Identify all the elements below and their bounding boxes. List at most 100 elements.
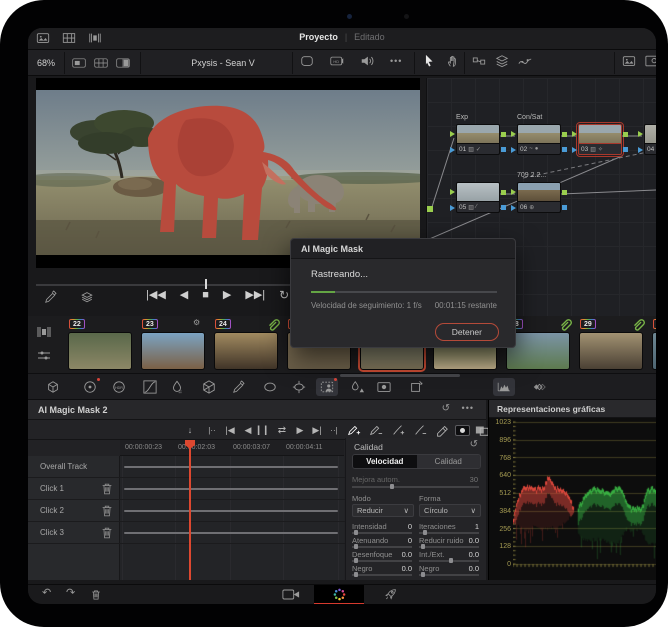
play-fwd-button[interactable]: ▶ (292, 423, 308, 437)
node-04[interactable]: 04▥○ (644, 124, 656, 155)
rgb-input-port[interactable] (511, 189, 516, 195)
blur-palette-button[interactable] (346, 378, 368, 396)
rgb-input-port[interactable] (450, 189, 455, 195)
qualifier-palette-button[interactable] (166, 378, 188, 396)
slider-knob[interactable] (421, 544, 425, 549)
clip-title-dropdown[interactable]: Pxysis - Sean V (148, 50, 298, 75)
key-input-port[interactable] (572, 147, 577, 153)
forma-dropdown[interactable]: Círculo∨ (419, 504, 481, 517)
tracker-ruler[interactable]: 00:00:00:2300:00:02:0300:00:03:0700:00:0… (120, 440, 344, 456)
more-options-icon[interactable]: ••• (390, 54, 402, 68)
settings-reset-icon[interactable]: ↺ (470, 440, 478, 450)
color-warper-palette-button[interactable] (198, 378, 220, 396)
undo-icon[interactable]: ↶ (42, 588, 51, 599)
modo-dropdown[interactable]: Reducir∨ (352, 504, 414, 517)
speaker-icon[interactable] (360, 54, 374, 68)
node-03[interactable]: 03▥✧ (578, 124, 622, 155)
node-06[interactable]: 06⊕ (517, 182, 561, 213)
bypass-grades-icon[interactable] (300, 54, 314, 68)
go-last-button[interactable]: ▶| (309, 423, 325, 437)
loop-icon[interactable]: ↻ (279, 289, 289, 301)
node-05[interactable]: 05▥∕ (456, 182, 500, 213)
trash-icon[interactable] (90, 589, 102, 601)
slider-knob[interactable] (421, 572, 425, 577)
slider-knob[interactable] (354, 572, 358, 577)
key-input-port[interactable] (450, 205, 455, 211)
cut-page-icon[interactable] (282, 588, 300, 601)
rgb-output-port[interactable] (501, 132, 506, 137)
rgb-input-port[interactable] (638, 131, 643, 137)
node-01[interactable]: 01▥✓ (456, 124, 500, 155)
rgb-output-port[interactable] (501, 190, 506, 195)
save-track-button[interactable]: ↓ (182, 423, 198, 437)
node-02[interactable]: 02~● (517, 124, 561, 155)
desenfoque-slider[interactable] (352, 560, 412, 562)
slider-knob[interactable] (354, 530, 358, 535)
color-page-tab[interactable] (314, 585, 364, 604)
clip-thumbnail-29[interactable] (579, 332, 643, 370)
tab-proyecto[interactable]: Proyecto (299, 32, 338, 42)
window-palette-button[interactable] (259, 378, 281, 396)
first-frame-icon[interactable]: |◀◀ (146, 289, 166, 301)
key-output-port[interactable] (562, 205, 567, 210)
camera-hd-icon[interactable]: HD (330, 54, 344, 68)
tracker-palette-button[interactable] (288, 378, 310, 396)
auto-improve-knob[interactable] (390, 484, 394, 489)
lightbox-icon[interactable] (645, 54, 656, 68)
playhead-line[interactable] (189, 440, 191, 580)
clip-thumbnail-22[interactable] (68, 332, 132, 370)
rgb-input-port[interactable] (511, 131, 516, 137)
play-forward-icon[interactable]: ▶ (223, 289, 231, 301)
clips-view-icon[interactable] (36, 324, 52, 340)
go-first-button[interactable]: |◀ (222, 423, 238, 437)
atenuando-slider[interactable] (352, 546, 412, 548)
key-output-port[interactable] (623, 147, 628, 152)
pause-button[interactable]: ▎▎ (257, 423, 273, 437)
stop-icon[interactable]: ■ (202, 289, 209, 301)
mode-tab-velocidad[interactable]: Velocidad (353, 455, 417, 468)
delete-track-icon[interactable] (100, 526, 114, 540)
rgb-output-port[interactable] (562, 132, 567, 137)
zoom-level-button[interactable]: 68% (28, 50, 64, 75)
track-bar[interactable] (124, 510, 338, 512)
layers-icon[interactable] (495, 54, 509, 68)
track-bar[interactable] (124, 466, 338, 468)
key-output-port[interactable] (501, 147, 506, 152)
key-input-port[interactable] (511, 147, 516, 153)
negro-slider[interactable] (352, 574, 412, 576)
range-end-button[interactable]: ··| (326, 423, 342, 437)
auto-improve-slider[interactable] (352, 486, 479, 488)
iteraciones-slider[interactable] (419, 532, 479, 534)
tab-editado[interactable]: Editado (354, 32, 385, 42)
mode-tab-calidad[interactable]: Calidad (417, 455, 481, 468)
single-view-icon[interactable] (72, 56, 86, 70)
key-output-port[interactable] (562, 147, 567, 152)
eyedropper-icon[interactable] (44, 290, 58, 304)
keyer-palette-button[interactable] (373, 378, 395, 396)
eyedropper2-palette-button[interactable] (228, 378, 250, 396)
stroke-remove-button[interactable] (412, 423, 428, 437)
key-input-port[interactable] (638, 147, 643, 153)
camera-raw-palette-button[interactable] (42, 378, 64, 396)
rgb-output-port[interactable] (562, 190, 567, 195)
key-input-port[interactable] (511, 205, 516, 211)
delete-track-icon[interactable] (100, 482, 114, 496)
reducirruido-slider[interactable] (419, 546, 479, 548)
pan-hand-icon[interactable] (446, 54, 460, 68)
scopes-header[interactable]: Representaciones gráficas (489, 400, 656, 418)
slider-knob[interactable] (449, 558, 453, 563)
track-both-button[interactable]: ⇄ (274, 423, 290, 437)
key-output-port[interactable] (501, 205, 506, 210)
intext-slider[interactable] (419, 560, 479, 562)
color-wheels-palette-button[interactable] (79, 378, 101, 396)
clip-thumbnail-23[interactable] (141, 332, 205, 370)
clip-thumbnail-24[interactable] (214, 332, 278, 370)
reset-icon[interactable]: ↺ (442, 404, 450, 414)
stills-icon[interactable] (622, 54, 636, 68)
rgb-input-port[interactable] (572, 131, 577, 137)
redo-icon[interactable]: ↷ (66, 588, 75, 599)
deliver-rocket-icon[interactable] (384, 588, 397, 601)
more-options-icon[interactable]: ••• (462, 404, 474, 413)
stroke-add-button[interactable] (390, 423, 406, 437)
play-reverse-icon[interactable]: ◀ (180, 289, 188, 301)
